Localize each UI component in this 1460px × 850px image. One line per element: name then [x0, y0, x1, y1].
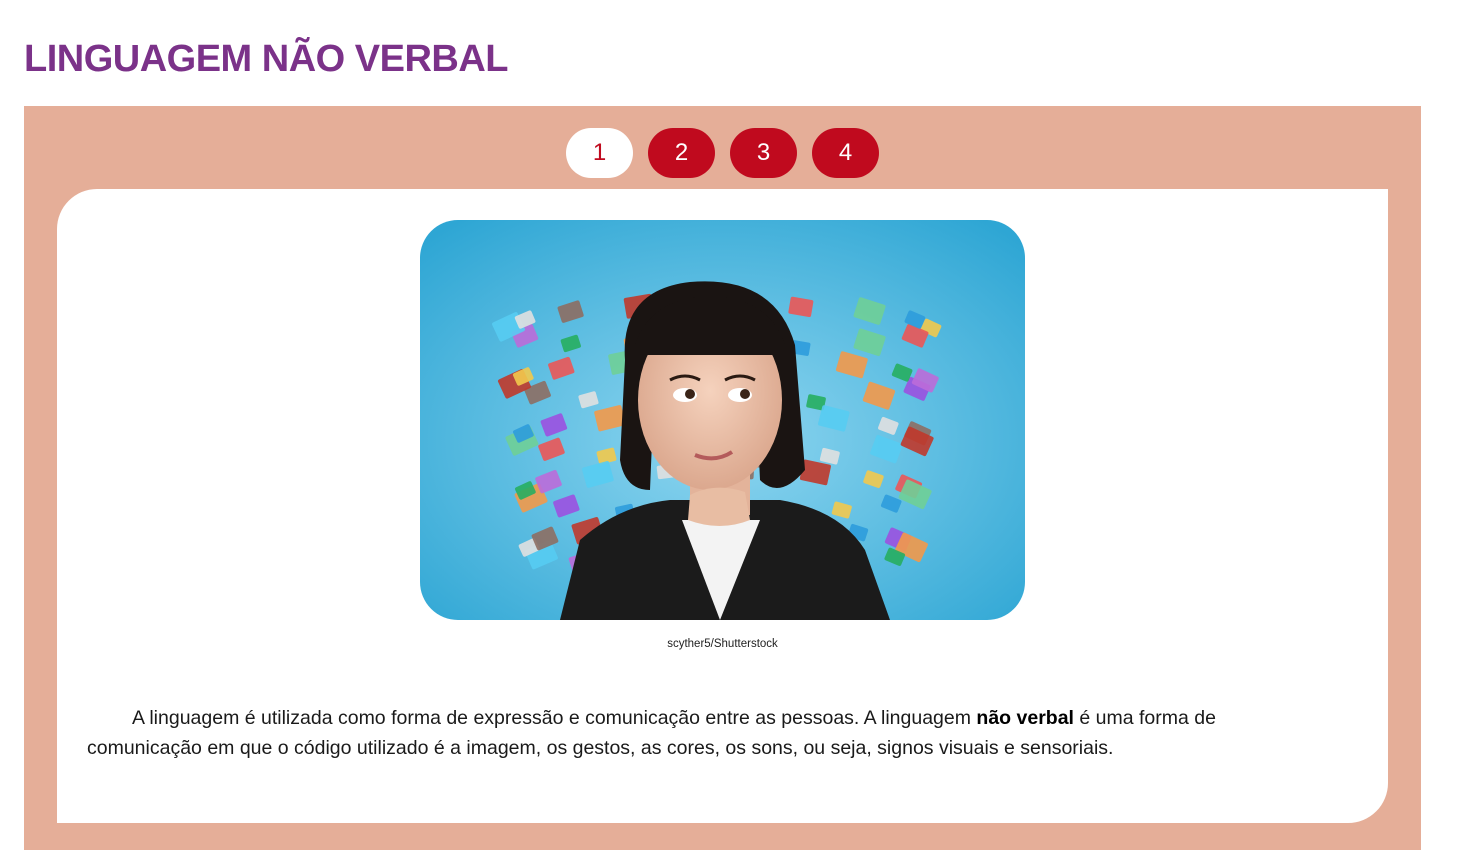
- image-credit: scyther5/Shutterstock: [667, 638, 778, 650]
- tab-1[interactable]: 1: [566, 128, 633, 178]
- content-panel: 1 2 3 4 scyther5/Shutterstock A linguage…: [24, 106, 1421, 850]
- tab-3[interactable]: 3: [730, 128, 797, 178]
- page-title: LINGUAGEM NÃO VERBAL: [24, 38, 509, 80]
- content-card: scyther5/Shutterstock A linguagem é util…: [57, 189, 1388, 823]
- body-paragraph: A linguagem é utilizada como forma de ex…: [87, 703, 1307, 763]
- tab-4[interactable]: 4: [812, 128, 879, 178]
- paragraph-bold-term: não verbal: [976, 707, 1074, 729]
- paragraph-text-1: A linguagem é utilizada como forma de ex…: [132, 707, 977, 729]
- woman-media-photo: [420, 220, 1025, 620]
- tab-2[interactable]: 2: [648, 128, 715, 178]
- pagination-tabs: 1 2 3 4: [566, 128, 879, 178]
